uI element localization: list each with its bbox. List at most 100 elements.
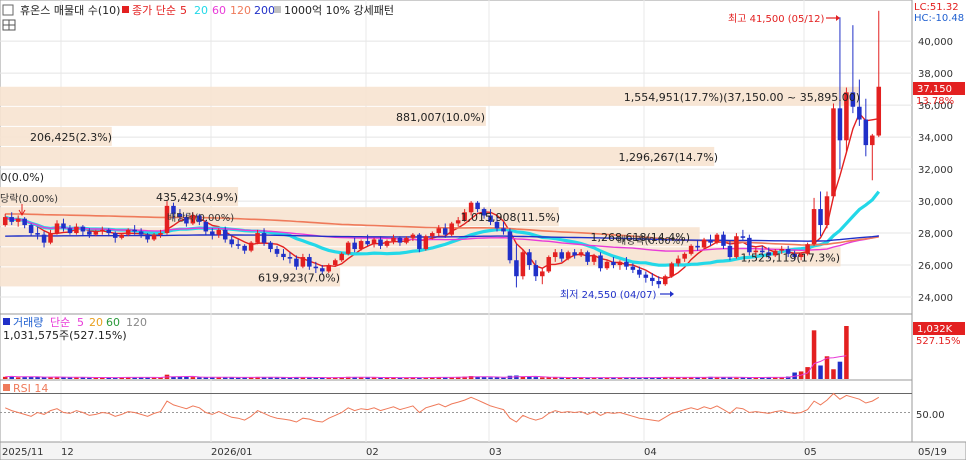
volume-profile-label: 206,425(2.3%) xyxy=(30,131,112,144)
candle-body xyxy=(675,258,681,264)
volume-bar xyxy=(22,377,27,379)
volume-bar xyxy=(203,377,209,379)
event-label-1: 당락(0.00%) xyxy=(0,193,58,205)
price-axis-tick: 32,000 xyxy=(918,165,953,176)
candle-body xyxy=(721,234,726,246)
lc-label: LC:51.32 xyxy=(914,2,959,13)
x-axis-bar xyxy=(0,441,966,461)
candle-body xyxy=(442,228,448,235)
candle-body xyxy=(378,239,383,246)
candle-body xyxy=(637,269,642,275)
low-annotation: 최저 24,550 (04/07) xyxy=(560,289,656,301)
candle-body xyxy=(9,217,14,222)
ma-legend-label: 종가 단순 xyxy=(132,4,176,17)
rsi-tick-label: 50.00 xyxy=(916,410,945,421)
volume-right-value: 1,032K xyxy=(917,324,953,335)
candle-body xyxy=(701,239,707,248)
x-label-02: 02 xyxy=(366,447,379,458)
candle-body xyxy=(643,274,649,278)
candle-body xyxy=(332,260,338,266)
volume-bar xyxy=(831,369,836,379)
candle-body xyxy=(662,276,668,285)
candle-body xyxy=(604,261,610,269)
candle-body xyxy=(35,233,40,235)
candle-body xyxy=(591,255,597,262)
candle-body xyxy=(74,226,79,234)
candle-body xyxy=(100,229,105,232)
candle-body xyxy=(611,261,616,266)
candle-body xyxy=(391,237,396,242)
volume-bar xyxy=(41,377,47,379)
x-label-2026-01: 2026/01 xyxy=(211,447,253,458)
candle-body xyxy=(546,257,552,272)
candle-body xyxy=(740,236,746,238)
volume-bar xyxy=(67,377,73,379)
candle-body xyxy=(404,237,409,243)
grid-toggle-icon[interactable] xyxy=(2,4,14,16)
price-axis-tick: 28,000 xyxy=(918,229,953,240)
candle-body xyxy=(313,266,319,269)
price-axis-tick: 24,000 xyxy=(918,293,953,304)
ma-period-200: 200 xyxy=(254,4,275,17)
candle-body xyxy=(514,260,519,277)
candle-body xyxy=(300,257,306,267)
volume-ma-5: 5 xyxy=(77,316,84,329)
candle-body xyxy=(682,253,687,259)
candle-body xyxy=(811,209,817,245)
candle-body xyxy=(106,229,112,234)
candle-body xyxy=(274,249,280,254)
candle-body xyxy=(41,234,47,243)
volume-ma-120: 120 xyxy=(126,316,147,329)
candle-body xyxy=(15,218,21,222)
candle-body xyxy=(533,265,539,277)
x-label-04: 04 xyxy=(644,447,657,458)
volume-bar xyxy=(734,377,739,379)
candle-body xyxy=(688,245,694,254)
candle-body xyxy=(831,108,836,197)
candle-body xyxy=(248,242,254,251)
candle-body xyxy=(669,263,674,277)
candle-body xyxy=(112,233,118,238)
rsi-panel-frame xyxy=(0,379,913,443)
candle-body xyxy=(138,231,144,235)
candle-body xyxy=(2,217,8,226)
candle-body xyxy=(222,229,228,240)
candle-body xyxy=(527,252,532,266)
ma-legend-swatch xyxy=(122,6,129,13)
ma-period-5: 5 xyxy=(180,4,187,17)
stock-chart[interactable]: 40,00038,00036,00034,00032,00030,00028,0… xyxy=(0,0,966,461)
candle-body xyxy=(216,229,222,235)
high-annotation: 최고 41,500 (05/12) xyxy=(728,13,824,25)
candle-body xyxy=(255,233,260,243)
volume-last-label: 1,031,575주(527.15%) xyxy=(3,329,127,342)
candle-body xyxy=(352,242,357,250)
candle-body xyxy=(837,108,843,141)
x-label-05-19: 05/19 xyxy=(918,447,947,458)
candle-body xyxy=(436,228,442,234)
candle-body xyxy=(22,218,27,226)
candle-body xyxy=(552,252,558,258)
candle-body xyxy=(287,257,293,259)
candle-body xyxy=(235,244,241,246)
volume-ma-label: 단순 xyxy=(50,316,70,329)
candle-body xyxy=(870,135,875,146)
candle-body xyxy=(54,223,60,234)
candle-body xyxy=(132,229,137,232)
candle-body xyxy=(410,234,416,238)
candle-body xyxy=(80,226,86,232)
candle-body xyxy=(624,261,629,267)
volume-bar xyxy=(184,376,189,379)
volume-profile-label: 1,554,951(17.7%)(37,150.00 ~ 35,895.00) xyxy=(624,91,860,104)
price-axis-tick: 30,000 xyxy=(918,197,953,208)
volume-bar xyxy=(818,365,823,379)
volume-bar xyxy=(533,377,539,379)
candle-body xyxy=(87,231,92,235)
volume-profile-label: 435,423(4.9%) xyxy=(156,191,238,204)
candle-body xyxy=(268,242,273,250)
volume-profile-label: 1,015,908(11.5%) xyxy=(460,211,560,224)
candle-body xyxy=(863,119,869,146)
price-axis-tick: 38,000 xyxy=(918,69,953,80)
candle-body xyxy=(119,234,124,238)
volume-bar xyxy=(844,326,849,379)
candle-body xyxy=(125,229,131,235)
